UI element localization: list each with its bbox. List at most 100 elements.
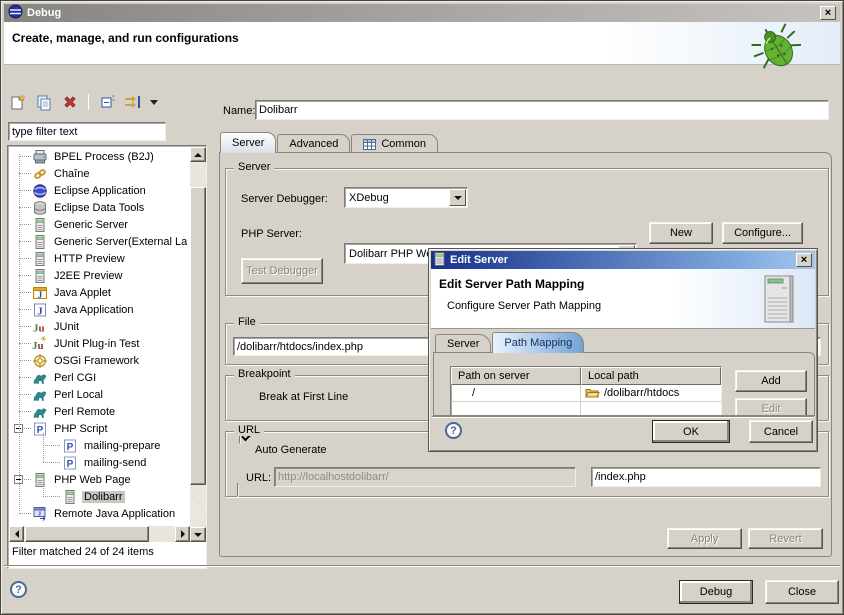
- edit-server-dialog: Edit Server × Edit Server Path Mapping C…: [428, 248, 818, 452]
- tree-item-perl-cgi[interactable]: Perl CGI: [9, 369, 190, 386]
- tree-item-generic-server[interactable]: Generic Server: [9, 216, 190, 233]
- tree-item-remote-java-application[interactable]: JRemote Java Application: [9, 505, 190, 522]
- camel-icon: [31, 387, 48, 403]
- tree-connector: [19, 292, 31, 293]
- tab-advanced[interactable]: Advanced: [277, 134, 350, 153]
- scroll-right-button[interactable]: [175, 526, 190, 542]
- tree-item-eclipse-data-tools[interactable]: Eclipse Data Tools: [9, 199, 190, 216]
- auto-generate-checkbox[interactable]: [237, 483, 239, 497]
- filter-configurations-button[interactable]: [123, 93, 143, 111]
- configure-server-button[interactable]: Configure...: [722, 222, 803, 244]
- help-icon[interactable]: ?: [10, 581, 27, 598]
- table-header: Path on serverLocal path: [451, 367, 721, 385]
- tree-guide-line: [43, 433, 44, 462]
- tree-item-eclipse-application[interactable]: Eclipse Application: [9, 182, 190, 199]
- auto-generate-label: Auto Generate: [255, 444, 327, 456]
- tree-connector: [19, 394, 31, 395]
- duplicate-configuration-button[interactable]: [34, 93, 54, 111]
- column-header-path-on-server[interactable]: Path on server: [451, 367, 581, 385]
- server-tower-icon: [761, 274, 797, 327]
- applet-icon: J: [31, 285, 48, 301]
- svg-text:J: J: [37, 305, 43, 317]
- tree-item-label: Java Applet: [52, 287, 113, 299]
- tree-item-label: Perl Local: [52, 389, 105, 401]
- tree-item-label: Perl Remote: [52, 406, 117, 418]
- scroll-left-button[interactable]: [9, 526, 24, 542]
- sidebar-toolbar: [8, 91, 159, 113]
- tree-item-http-preview[interactable]: HTTP Preview: [9, 250, 190, 267]
- delete-configuration-button[interactable]: [60, 93, 80, 111]
- tree-item-php-script[interactable]: PPHP Script: [9, 420, 190, 437]
- path-on-server-cell: /: [451, 385, 581, 401]
- tree-horizontal-scrollbar[interactable]: [9, 526, 190, 542]
- type-filter-input[interactable]: [8, 122, 166, 141]
- ok-button[interactable]: OK: [652, 420, 730, 443]
- scroll-up-button[interactable]: [190, 147, 206, 162]
- tree-item-cha-ne[interactable]: Chaîne: [9, 165, 190, 182]
- php-icon: P: [31, 421, 48, 437]
- horizontal-scroll-thumb[interactable]: [25, 526, 149, 542]
- dialog-tab-bar: Server Path Mapping: [435, 333, 585, 353]
- camel-icon: [31, 370, 48, 386]
- tree-connector: [19, 377, 31, 378]
- tree-item-mailing-send[interactable]: Pmailing-send: [9, 454, 190, 471]
- path-mapping-table: Path on serverLocal path //dolibarr/htdo…: [450, 366, 722, 416]
- new-server-button[interactable]: New: [649, 222, 713, 244]
- debug-button[interactable]: Debug: [679, 580, 753, 604]
- folder-icon: [585, 387, 600, 399]
- filter-menu-button[interactable]: [149, 93, 159, 111]
- tree-item-bpel-process-b2j[interactable]: BPEL Process (B2J): [9, 148, 190, 165]
- url-label: URL:: [246, 472, 271, 484]
- cancel-button[interactable]: Cancel: [749, 420, 813, 443]
- server-debugger-value: XDebug: [349, 192, 389, 204]
- tree-item-php-web-page[interactable]: PHP Web Page: [9, 471, 190, 488]
- collapse-all-button[interactable]: [97, 93, 117, 111]
- tree-vertical-scrollbar[interactable]: [190, 147, 206, 542]
- dialog-tab-path-mapping[interactable]: Path Mapping: [492, 332, 584, 353]
- tree-item-java-application[interactable]: JJava Application: [9, 301, 190, 318]
- break-first-line-label: Break at First Line: [259, 391, 348, 403]
- svg-text:Ju: Ju: [33, 322, 45, 334]
- mapping-row[interactable]: //dolibarr/htdocs: [451, 385, 721, 402]
- tree-item-mailing-prepare[interactable]: Pmailing-prepare: [9, 437, 190, 454]
- local-path-cell: /dolibarr/htdocs: [581, 385, 721, 401]
- dialog-tab-server[interactable]: Server: [435, 334, 491, 353]
- close-button[interactable]: Close: [765, 580, 839, 604]
- dialog-footer-separator: [432, 416, 814, 418]
- tree-connector: [19, 275, 31, 276]
- tree-rows: BPEL Process (B2J)ChaîneEclipse Applicat…: [9, 148, 190, 526]
- dropdown-arrow-icon[interactable]: [449, 189, 466, 206]
- tab-server[interactable]: Server: [220, 132, 276, 153]
- configuration-name-input[interactable]: [255, 100, 829, 120]
- url-path-input[interactable]: [591, 467, 821, 487]
- server-debugger-select[interactable]: XDebug: [344, 187, 468, 208]
- tree-item-j2ee-preview[interactable]: J2EE Preview: [9, 267, 190, 284]
- tree-connector: [43, 462, 60, 463]
- breakpoint-group-title: Breakpoint: [234, 368, 295, 380]
- column-header-local-path[interactable]: Local path: [581, 367, 721, 385]
- tree-item-junit[interactable]: JuJUnit: [9, 318, 190, 335]
- new-configuration-button[interactable]: [8, 93, 28, 111]
- php-icon: P: [61, 455, 78, 471]
- add-mapping-button[interactable]: Add: [735, 370, 807, 392]
- dialog-help-icon[interactable]: ?: [445, 422, 462, 439]
- tree-item-osgi-framework[interactable]: OSGi Framework: [9, 352, 190, 369]
- tree-item-label: Dolibarr: [82, 491, 125, 503]
- tree-item-dolibarr[interactable]: Dolibarr: [9, 488, 190, 505]
- tree-item-perl-local[interactable]: Perl Local: [9, 386, 190, 403]
- dialog-close-button[interactable]: ×: [796, 253, 812, 267]
- dialog-title: Edit Server: [450, 254, 508, 266]
- tree-item-generic-server-external-la[interactable]: Generic Server(External La: [9, 233, 190, 250]
- tree-item-junit-plug-in-test[interactable]: JuJUnit Plug-in Test: [9, 335, 190, 352]
- debug-window: Debug × Create, manage, and run configur…: [0, 0, 844, 615]
- window-close-button[interactable]: ×: [820, 6, 836, 20]
- tree-connector: [19, 190, 31, 191]
- vertical-scroll-thumb[interactable]: [190, 187, 206, 485]
- tree-item-java-applet[interactable]: J Java Applet: [9, 284, 190, 301]
- tab-common[interactable]: Common: [351, 134, 438, 153]
- tab-label: Advanced: [289, 138, 338, 150]
- scroll-down-button[interactable]: [190, 527, 206, 542]
- bug-icon: [748, 23, 806, 76]
- tab-label: Path Mapping: [504, 337, 572, 349]
- tree-item-perl-remote[interactable]: Perl Remote: [9, 403, 190, 420]
